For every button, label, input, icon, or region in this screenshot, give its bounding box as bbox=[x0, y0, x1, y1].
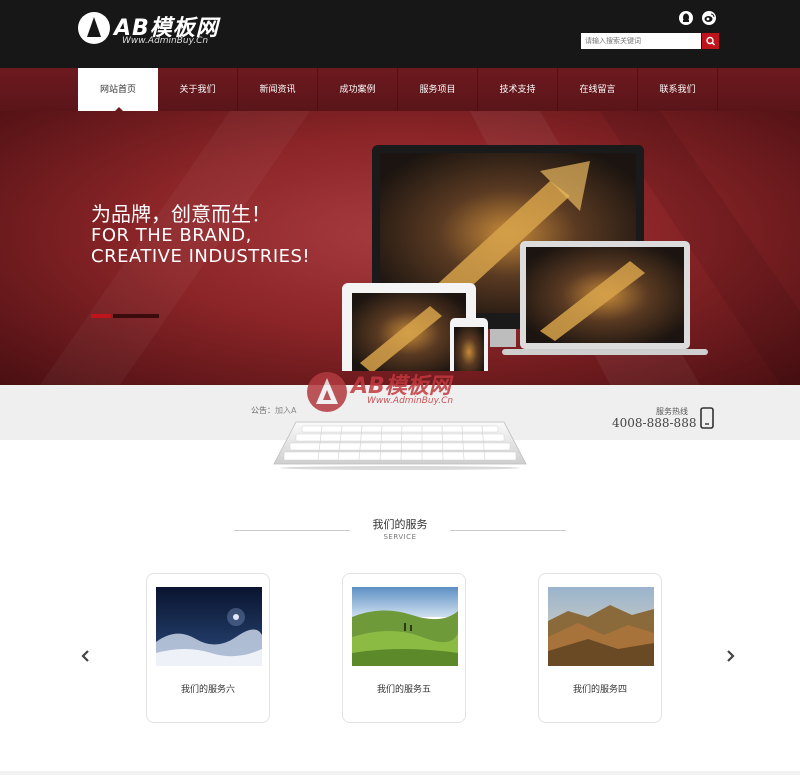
hero-banner[interactable]: 为品牌，创意而生！ FOR THE BRAND, CREATIVE INDUST… bbox=[0, 111, 800, 385]
service-image-green-hills bbox=[352, 587, 458, 666]
banner-pagination bbox=[91, 314, 159, 318]
nav-item-about[interactable]: 关于我们 bbox=[158, 68, 238, 111]
service-card[interactable]: 我们的服务四 bbox=[538, 573, 662, 723]
search-button[interactable] bbox=[702, 33, 719, 49]
weibo-icon[interactable] bbox=[702, 11, 716, 25]
service-card[interactable]: 我们的服务五 bbox=[342, 573, 466, 723]
notice-label: 公告： bbox=[251, 406, 275, 415]
nav-item-message[interactable]: 在线留言 bbox=[558, 68, 638, 111]
logo-mark-icon bbox=[78, 12, 110, 44]
watermark-logo-icon bbox=[307, 372, 347, 412]
banner-dot-1[interactable] bbox=[91, 314, 111, 318]
chevron-right-icon bbox=[727, 650, 735, 662]
nav-item-news[interactable]: 新闻资讯 bbox=[238, 68, 318, 111]
service-card-label: 我们的服务四 bbox=[572, 685, 627, 695]
services-title: 我们的服务 bbox=[372, 518, 428, 531]
qq-icon[interactable] bbox=[679, 11, 693, 25]
hotline-number: 4008-888-888 bbox=[612, 416, 697, 430]
service-image-mountain-ridge bbox=[548, 587, 654, 666]
service-card[interactable]: 我们的服务六 bbox=[146, 573, 270, 723]
service-card-label: 我们的服务六 bbox=[180, 685, 235, 695]
banner-dot-2[interactable] bbox=[113, 314, 159, 318]
nav-item-support[interactable]: 技术支持 bbox=[478, 68, 558, 111]
nav-item-services[interactable]: 服务项目 bbox=[398, 68, 478, 111]
main-nav: 网站首页 关于我们 新闻资讯 成功案例 服务项目 技术支持 在线留言 联系我们 bbox=[0, 68, 800, 111]
nav-item-cases[interactable]: 成功案例 bbox=[318, 68, 398, 111]
watermark-subtitle: Www.AdminBuy.Cn bbox=[367, 396, 454, 406]
watermark: AB模板网 Www.AdminBuy.Cn bbox=[305, 360, 505, 420]
keyboard-illustration bbox=[273, 421, 527, 470]
search-input[interactable] bbox=[581, 33, 701, 49]
phone-icon bbox=[700, 407, 714, 429]
service-image-night-sky bbox=[156, 587, 262, 666]
banner-headline-cn: 为品牌，创意而生！ bbox=[91, 202, 271, 226]
devices-illustration bbox=[342, 145, 708, 371]
carousel-next-button[interactable] bbox=[721, 646, 739, 666]
nav-item-home[interactable]: 网站首页 bbox=[78, 68, 158, 111]
services-subtitle: SERVICE bbox=[383, 533, 417, 541]
site-logo[interactable]: AB模板网 Www.AdminBuy.Cn bbox=[78, 10, 228, 50]
logo-subtitle: Www.AdminBuy.Cn bbox=[122, 36, 209, 46]
site-header: AB模板网 Www.AdminBuy.Cn bbox=[0, 0, 800, 68]
service-card-label: 我们的服务五 bbox=[376, 685, 431, 695]
footer-divider bbox=[0, 771, 800, 775]
search-icon bbox=[706, 36, 716, 46]
chevron-left-icon bbox=[81, 650, 89, 662]
banner-headline-en-2: CREATIVE INDUSTRIES! bbox=[91, 246, 311, 267]
carousel-prev-button[interactable] bbox=[77, 646, 95, 666]
nav-item-contact[interactable]: 联系我们 bbox=[638, 68, 718, 111]
notice-text[interactable]: 加入A bbox=[275, 405, 296, 416]
banner-headline-en-1: FOR THE BRAND, bbox=[91, 225, 252, 246]
